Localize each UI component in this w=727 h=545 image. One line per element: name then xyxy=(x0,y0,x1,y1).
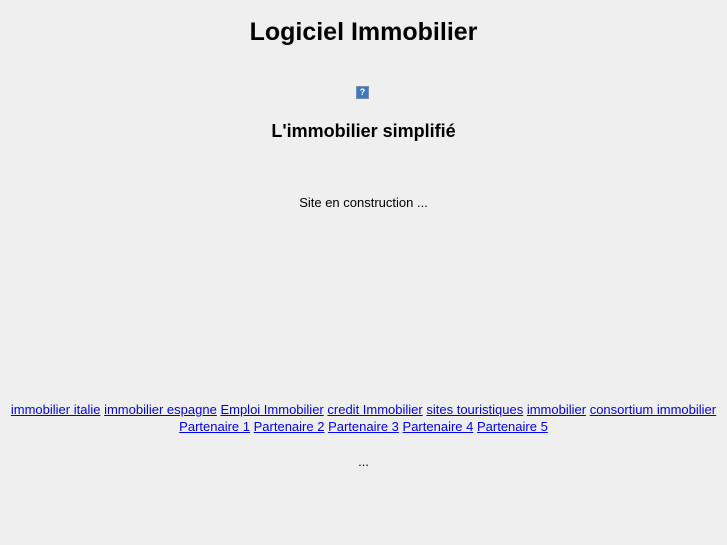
footer-links: immobilier italie immobilier espagne Emp… xyxy=(0,401,727,435)
link-immobilier[interactable]: immobilier xyxy=(527,402,586,417)
page-subtitle: L'immobilier simplifié xyxy=(271,121,456,141)
footer-links-row-1: immobilier italie immobilier espagne Emp… xyxy=(0,401,727,418)
page: Logiciel Immobilier ? L'immobilier simpl… xyxy=(0,0,727,545)
link-sites-touristiques[interactable]: sites touristiques xyxy=(426,402,523,417)
link-immobilier-italie[interactable]: immobilier italie xyxy=(11,402,101,417)
link-partenaire-4[interactable]: Partenaire 4 xyxy=(403,419,474,434)
broken-image-icon: ? xyxy=(356,86,369,99)
link-partenaire-2[interactable]: Partenaire 2 xyxy=(254,419,325,434)
link-partenaire-5[interactable]: Partenaire 5 xyxy=(477,419,548,434)
link-consortium-immobilier[interactable]: consortium immobilier xyxy=(590,402,716,417)
link-partenaire-3[interactable]: Partenaire 3 xyxy=(328,419,399,434)
construction-status-text: Site en construction ... xyxy=(299,195,428,210)
footer-ellipsis: ... xyxy=(358,454,369,469)
link-immobilier-espagne[interactable]: immobilier espagne xyxy=(104,402,217,417)
link-partenaire-1[interactable]: Partenaire 1 xyxy=(179,419,250,434)
link-emploi-immobilier[interactable]: Emploi Immobilier xyxy=(220,402,323,417)
footer-links-row-2: Partenaire 1 Partenaire 2 Partenaire 3 P… xyxy=(0,418,727,435)
page-title: Logiciel Immobilier xyxy=(249,18,478,46)
link-credit-immobilier[interactable]: credit Immobilier xyxy=(327,402,422,417)
